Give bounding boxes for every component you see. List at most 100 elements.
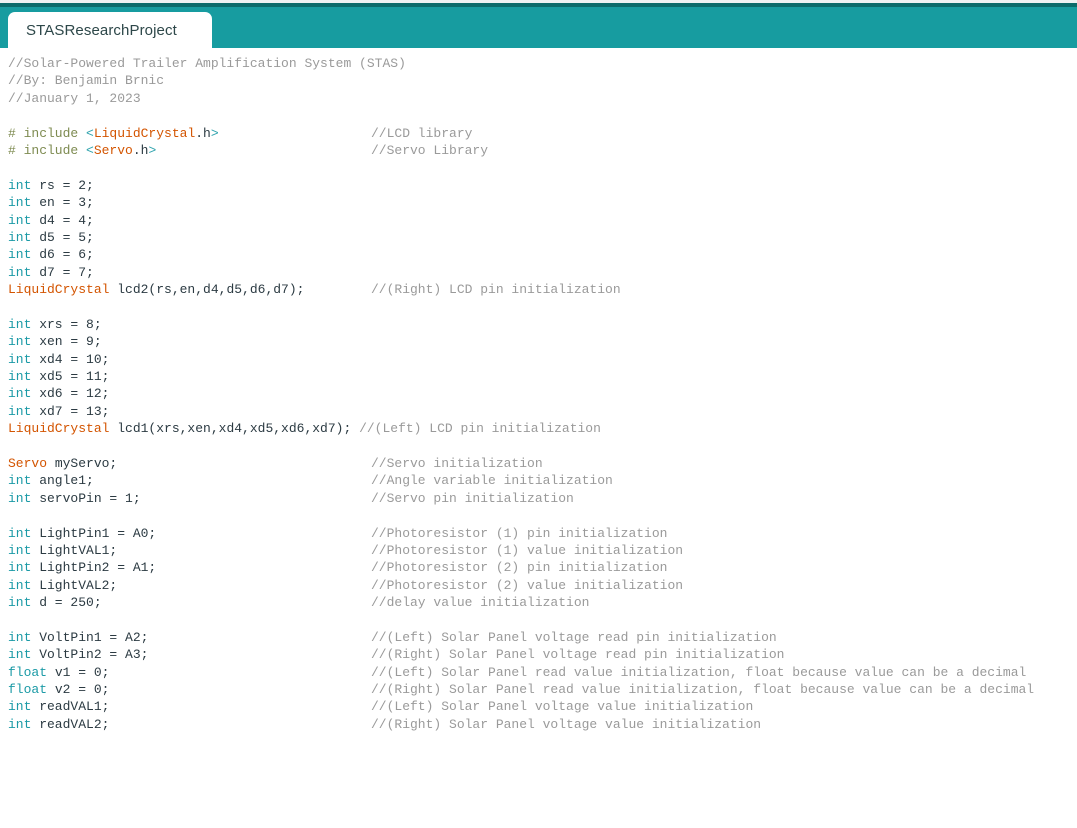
code-token-comment: //January 1, 2023 — [8, 90, 141, 106]
code-token-keyword: int — [8, 212, 32, 228]
code-token-plain: d5 = 5; — [31, 229, 94, 245]
code-line: int d = 250; //delay value initialization — [8, 594, 1077, 611]
code-token-plain: LightPin2 = A1; — [31, 560, 157, 576]
code-token-plain: .h — [195, 125, 211, 141]
code-token-keyword: int — [8, 473, 32, 489]
code-token-keyword: int — [8, 490, 32, 506]
code-token-plain: xd6 = 12; — [31, 386, 110, 402]
code-token-plain: v2 = 0; — [47, 682, 110, 698]
code-surface[interactable]: //Solar-Powered Trailer Amplification Sy… — [0, 48, 1077, 733]
editor-tab-bar: STASResearchProject — [0, 7, 1077, 48]
code-line: //January 1, 2023 — [8, 90, 1077, 107]
code-token-plain: v1 = 0; — [47, 664, 110, 680]
code-line: LiquidCrystal lcd2(rs,en,d4,d5,d6,d7); //… — [8, 281, 1077, 298]
code-token-plain: servoPin = 1; — [31, 490, 141, 506]
code-line: int readVAL1; //(Left) Solar Panel voltag… — [8, 698, 1077, 715]
code-token-keyword: int — [8, 247, 32, 263]
code-token-plain: d7 = 7; — [31, 264, 94, 280]
code-trailing-comment: //Photoresistor (1) value initialization — [371, 542, 684, 558]
code-line: //Solar-Powered Trailer Amplification Sy… — [8, 55, 1077, 72]
code-line: # include <LiquidCrystal.h> //LCD library — [8, 125, 1077, 142]
code-token-keyword: int — [8, 177, 32, 193]
code-token-keyword: int — [8, 369, 32, 385]
code-trailing-comment: //delay value initialization — [371, 595, 590, 611]
code-trailing-comment: //(Left) Solar Panel voltage read pin in… — [371, 629, 777, 645]
code-line: int xd5 = 11; — [8, 368, 1077, 385]
code-trailing-comment: //Servo pin initialization — [371, 490, 574, 506]
code-token-plain: d4 = 4; — [31, 212, 94, 228]
code-token-bracket: < — [86, 125, 94, 141]
code-token-keyword: float — [8, 682, 48, 698]
code-token-keyword: int — [8, 316, 32, 332]
code-trailing-comment: //Angle variable initialization — [371, 473, 613, 489]
code-token-plain: LightVAL1; — [31, 542, 118, 558]
code-line: int VoltPin2 = A3; //(Right) Solar Panel … — [8, 646, 1077, 663]
code-trailing-comment: //LCD library — [371, 125, 473, 141]
code-token-comment: //(Left) LCD pin initialization — [359, 421, 601, 437]
code-trailing-comment: //(Left) Solar Panel voltage value initi… — [371, 699, 754, 715]
code-token-plain: LightPin1 = A0; — [31, 525, 157, 541]
code-token-type: LiquidCrystal — [93, 125, 196, 141]
code-line: int rs = 2; — [8, 177, 1077, 194]
code-token-keyword: int — [8, 403, 32, 419]
code-token-type: Servo — [8, 455, 48, 471]
code-token-keyword: int — [8, 351, 32, 367]
code-trailing-comment: //(Right) Solar Panel voltage read pin i… — [371, 647, 785, 663]
code-trailing-comment: //Servo initialization — [371, 455, 543, 471]
code-token-comment: //Solar-Powered Trailer Amplification Sy… — [8, 56, 406, 71]
code-token-plain: xd4 = 10; — [31, 351, 110, 367]
code-line: Servo myServo; //Servo initialization — [8, 455, 1077, 472]
code-token-keyword: int — [8, 334, 32, 350]
code-token-bracket: > — [148, 142, 157, 158]
code-token-keyword: int — [8, 647, 32, 663]
code-trailing-comment: //Photoresistor (2) pin initialization — [371, 560, 668, 576]
code-token-plain: readVAL2; — [31, 716, 110, 732]
tab-label: STASResearchProject — [26, 21, 177, 39]
code-token-plain: LightVAL2; — [31, 577, 118, 593]
code-token-keyword: int — [8, 560, 32, 576]
code-trailing-comment: //(Right) Solar Panel voltage value init… — [371, 716, 762, 732]
code-token-bracket: < — [86, 142, 94, 158]
code-line: LiquidCrystal lcd1(xrs,xen,xd4,xd5,xd6,x… — [8, 420, 1077, 437]
code-token-keyword: int — [8, 595, 32, 611]
code-token-keyword: int — [8, 525, 32, 541]
code-token-keyword: int — [8, 716, 32, 732]
tab-stasresearchproject[interactable]: STASResearchProject — [8, 12, 212, 48]
code-editor[interactable]: //Solar-Powered Trailer Amplification Sy… — [0, 48, 1077, 828]
code-token-type: LiquidCrystal — [8, 282, 110, 298]
code-token-plain: VoltPin2 = A3; — [31, 647, 149, 663]
code-line: int LightPin1 = A0; //Photoresistor (1) p… — [8, 525, 1077, 542]
code-token-plain: en = 3; — [31, 195, 94, 211]
code-token-keyword: int — [8, 229, 32, 245]
code-token-plain: VoltPin1 = A2; — [31, 629, 149, 645]
code-token-keyword: int — [8, 629, 32, 645]
code-line: int xd6 = 12; — [8, 385, 1077, 402]
code-token-plain: d = 250; — [31, 595, 102, 611]
code-token-plain: d6 = 6; — [31, 247, 94, 263]
code-trailing-comment: //Photoresistor (2) value initialization — [371, 577, 684, 593]
code-token-keyword: int — [8, 264, 32, 280]
code-token-keyword: int — [8, 386, 32, 402]
code-line: float v1 = 0; //(Left) Solar Panel read v… — [8, 664, 1077, 681]
arduino-ide-window: STASResearchProject //Solar-Powered Trai… — [0, 0, 1077, 828]
code-token-keyword: int — [8, 699, 32, 715]
code-line: int xrs = 8; — [8, 316, 1077, 333]
code-token-plain: xen = 9; — [31, 334, 102, 350]
code-trailing-comment: //(Right) LCD pin initialization — [371, 282, 621, 298]
code-token-plain: xd5 = 11; — [31, 369, 110, 385]
code-line: # include <Servo.h> //Servo Library — [8, 142, 1077, 159]
code-line: int xd7 = 13; — [8, 403, 1077, 420]
code-line: int d7 = 7; — [8, 264, 1077, 281]
code-token-plain: .h — [132, 142, 149, 158]
code-token-plain: xrs = 8; — [31, 316, 102, 332]
code-line: int LightVAL2; //Photoresistor (2) value … — [8, 577, 1077, 594]
code-token-keyword: int — [8, 577, 32, 593]
code-line: int LightPin2 = A1; //Photoresistor (2) p… — [8, 559, 1077, 576]
code-token-bracket: > — [210, 125, 219, 141]
code-line: int d5 = 5; — [8, 229, 1077, 246]
code-token-plain: readVAL1; — [31, 699, 110, 715]
